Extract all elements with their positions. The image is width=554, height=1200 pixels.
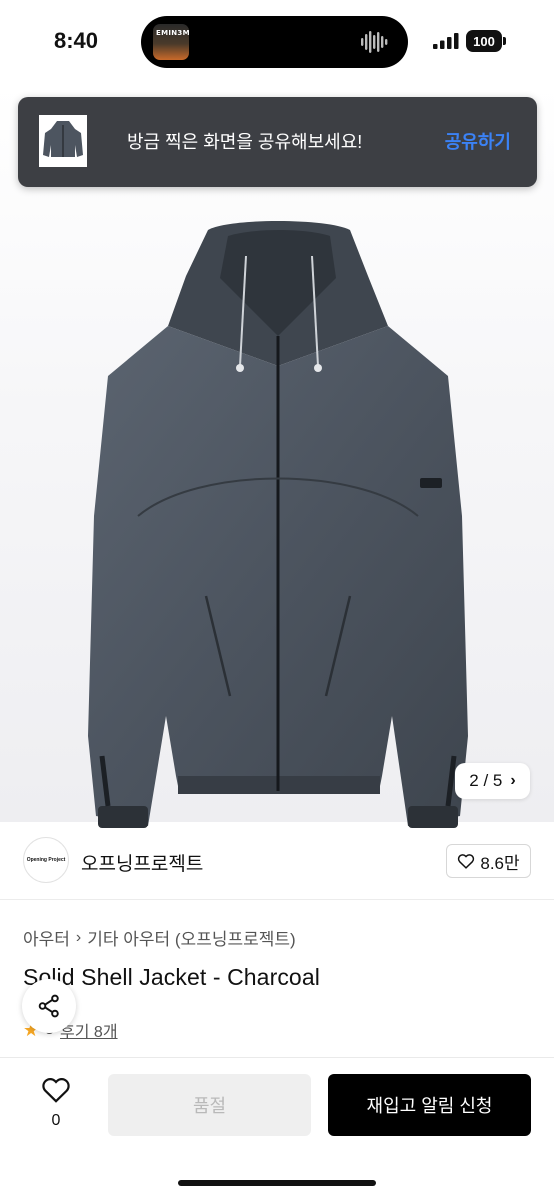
brand-like-button[interactable]: 8.6만 (446, 844, 531, 878)
wishlist-button[interactable]: 0 (36, 1076, 76, 1136)
dynamic-island[interactable]: EMIN3M (141, 16, 408, 68)
gallery-page-indicator[interactable]: 2 / 5 › (455, 763, 530, 799)
cellular-signal-icon (433, 33, 459, 49)
toast-screenshot-thumbnail (39, 115, 87, 167)
status-time: 8:40 (54, 28, 99, 53)
heart-icon (458, 854, 475, 869)
brand-row[interactable]: Opening Project 오프닝프로젝트 8.6만 (0, 822, 554, 900)
share-button[interactable] (22, 979, 76, 1033)
toast-message: 방금 찍은 화면을 공유해보세요! (127, 132, 363, 152)
chevron-right-icon: › (75, 928, 82, 946)
toast-share-button[interactable]: 공유하기 (445, 128, 511, 154)
brand-like-count: 8.6만 (480, 853, 520, 873)
home-indicator[interactable] (178, 1180, 376, 1186)
product-image-gallery[interactable]: 2 / 5 › (0, 84, 554, 828)
chevron-right-icon: › (510, 772, 516, 789)
thumbnail-jacket-icon (39, 115, 87, 167)
breadcrumb: 아우터 › 기타 아우터 (오프닝프로젝트) (23, 925, 296, 950)
breadcrumb-category[interactable]: 아우터 (23, 925, 70, 950)
heart-icon (42, 1078, 70, 1103)
share-screenshot-toast[interactable]: 방금 찍은 화면을 공유해보세요! 공유하기 (18, 97, 537, 187)
status-bar: 8:40 EMIN3M 100 (0, 0, 554, 84)
album-art-text: EMIN3M (156, 29, 189, 37)
wishlist-count: 0 (51, 1112, 61, 1129)
battery-indicator: 100 (466, 30, 506, 52)
soldout-button[interactable]: 품절 (108, 1074, 311, 1136)
breadcrumb-subcategory[interactable]: 기타 아우터 (오프닝프로젝트) (87, 925, 295, 950)
share-icon (38, 994, 59, 1018)
battery-level: 100 (466, 30, 502, 52)
audio-waveform-icon (361, 31, 388, 53)
bottom-action-bar: 0 품절 재입고 알림 신청 (0, 1057, 554, 1200)
product-image-jacket (88, 221, 468, 828)
restock-alert-button[interactable]: 재입고 알림 신청 (328, 1074, 531, 1136)
brand-logo-text: Opening Project (26, 857, 66, 863)
battery-tip (503, 37, 506, 45)
brand-name[interactable]: 오프닝프로젝트 (81, 849, 203, 876)
now-playing-album-art: EMIN3M (153, 24, 189, 60)
gallery-page-text: 2 / 5 (469, 771, 503, 790)
brand-logo[interactable]: Opening Project (23, 837, 69, 883)
